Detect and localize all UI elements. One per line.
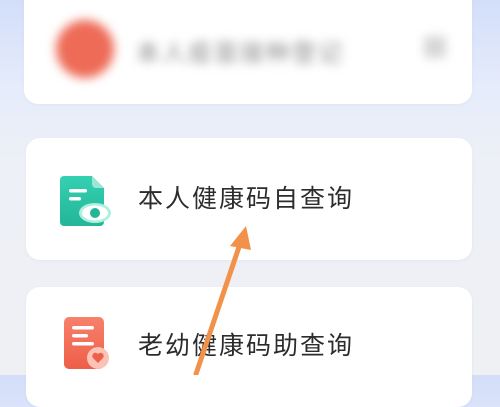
vaccine-registration-card[interactable]: 本人疫苗接种登记 xyxy=(24,0,472,104)
self-query-label: 本人健康码自查询 xyxy=(138,184,355,213)
registration-label: 本人疫苗接种登记 xyxy=(136,39,344,67)
document-eye-icon xyxy=(60,176,111,226)
elder-child-health-code-query-item[interactable]: 老幼健康码助查询 xyxy=(26,287,472,407)
elder-child-query-label: 老幼健康码助查询 xyxy=(138,331,355,360)
self-health-code-query-item[interactable]: 本人健康码自查询 xyxy=(26,138,472,260)
blurred-content: 本人疫苗接种登记 xyxy=(24,0,472,104)
chevron-right-icon xyxy=(424,36,446,58)
registration-icon xyxy=(56,20,114,78)
document-heart-icon xyxy=(64,317,109,369)
